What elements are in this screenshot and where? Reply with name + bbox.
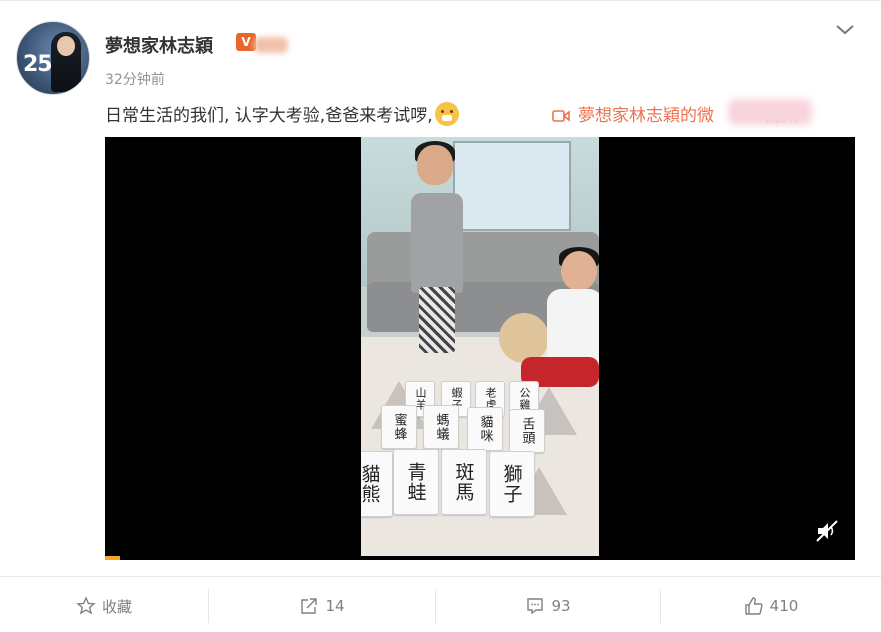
share-icon — [301, 598, 318, 614]
word-card: 舌頭 — [509, 409, 545, 453]
word-card: 螞蟻 — [423, 405, 459, 449]
star-icon — [76, 596, 96, 615]
repost-button[interactable]: 14 — [209, 586, 435, 626]
word-card: 青蛙 — [393, 449, 439, 515]
video-link-label: 夢想家林志穎的微 — [578, 106, 714, 126]
action-divider — [0, 576, 881, 577]
blurred-link-text — [728, 99, 812, 125]
thumbs-up-icon — [744, 597, 763, 615]
video-child-body — [411, 193, 463, 293]
word-card: 獅子 — [489, 451, 535, 517]
word-card: 貓熊 — [361, 451, 393, 517]
comment-icon — [527, 598, 544, 615]
username[interactable]: 夢想家林志穎 — [105, 32, 213, 58]
avatar-face — [57, 36, 75, 56]
video-camera-icon — [552, 110, 570, 122]
weibo-post-card: 25 夢想家林志穎 V 32分钟前 日常生活的我们, 认字大考验,爸爸来考试啰,… — [0, 0, 881, 632]
vip-badge-label: V — [241, 35, 251, 49]
comment-button[interactable]: 93 — [436, 586, 660, 626]
post-text: 日常生活的我们, 认字大考验,爸爸来考试啰, — [105, 101, 459, 126]
post-timestamp[interactable]: 32分钟前 — [105, 69, 165, 89]
video-frame: 山羊 蝦子 老虎 公雞 蜜蜂 螞蟻 貓咪 舌頭 貓熊 青蛙 斑馬 獅子 — [361, 137, 599, 560]
word-card: 貓咪 — [467, 407, 503, 451]
video-pillow — [499, 313, 549, 363]
avatar-number: 25 — [23, 52, 53, 77]
chevron-down-icon[interactable] — [834, 21, 856, 39]
video-child-legs — [419, 287, 455, 353]
video-progress-bar[interactable] — [105, 556, 855, 560]
vip-badge-icon: V — [236, 33, 256, 51]
word-card: 斑馬 — [441, 449, 487, 515]
video-player[interactable]: 山羊 蝦子 老虎 公雞 蜜蜂 螞蟻 貓咪 舌頭 貓熊 青蛙 斑馬 獅子 — [105, 137, 855, 560]
mute-icon[interactable] — [815, 519, 839, 543]
favorite-button[interactable]: 收藏 — [0, 586, 208, 626]
next-post-edge — [0, 632, 881, 642]
blurred-badge — [254, 37, 288, 53]
word-card: 蜜蜂 — [381, 405, 417, 449]
favorite-label: 收藏 — [101, 597, 132, 616]
like-count: 410 — [769, 597, 799, 615]
video-progress-fill — [105, 556, 120, 560]
post-text-content: 日常生活的我们, 认字大考验,爸爸来考试啰, — [105, 106, 433, 126]
avatar[interactable]: 25 — [16, 21, 90, 95]
repost-count: 14 — [325, 597, 345, 615]
grin-emoji-icon — [434, 102, 459, 126]
like-button[interactable]: 410 — [661, 586, 881, 626]
video-child2-head — [561, 251, 597, 291]
video-child-head — [417, 145, 453, 185]
video-window — [453, 141, 571, 231]
comment-count: 93 — [551, 597, 571, 615]
